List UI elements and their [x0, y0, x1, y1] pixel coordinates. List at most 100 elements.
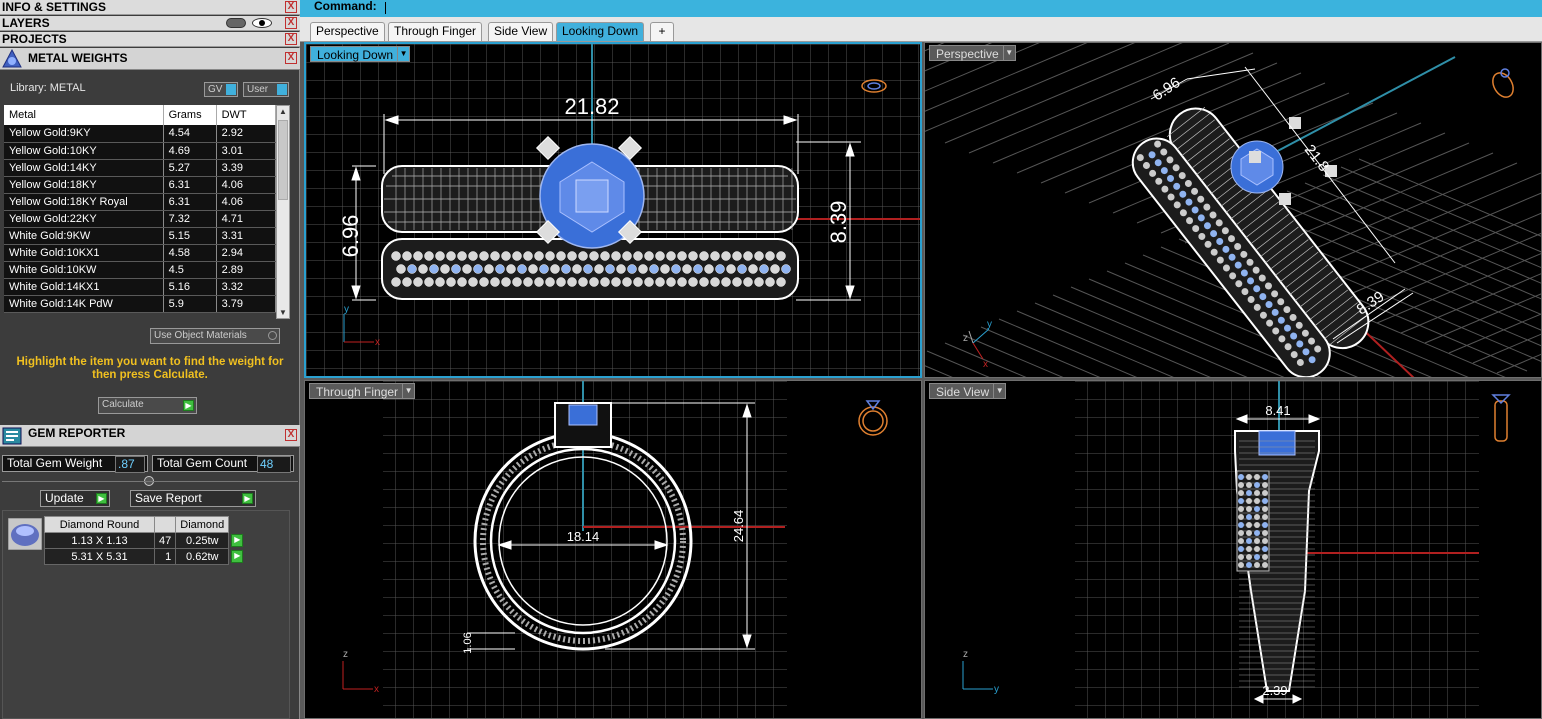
metal-row[interactable]: White Gold:9KW 5.15 3.31 [4, 227, 277, 245]
pave-stone [1262, 490, 1268, 496]
metal-cell: 5.16 [163, 278, 217, 296]
gem-cell: 0.25tw [175, 532, 230, 549]
gem-row-play-icon[interactable]: ▶ [231, 550, 244, 563]
gem-row-action[interactable]: ▶ [229, 549, 244, 565]
projects-header[interactable]: PROJECTS X [0, 32, 300, 47]
gem-cell: 1 [153, 548, 177, 565]
layers-header[interactable]: LAYERS X [0, 16, 300, 31]
total-gem-count-label: Total Gem Count [157, 456, 248, 470]
user-button[interactable]: User [243, 82, 289, 97]
close-layers-button[interactable]: X [285, 17, 297, 29]
pave-stone [407, 264, 417, 274]
pave-stone [1262, 546, 1268, 552]
pave-stone [655, 277, 665, 287]
sv-dim-top: 8.41 [1265, 403, 1290, 418]
gem-row[interactable]: 1.13 X 1.13 47 0.25tw ▶ [44, 532, 244, 549]
pave-stone [517, 264, 527, 274]
close-info-button[interactable]: X [285, 1, 297, 13]
pave-stone [550, 264, 560, 274]
gem-col-header [154, 516, 176, 533]
scroll-thumb[interactable] [278, 120, 288, 200]
metal-cell: 5.15 [163, 227, 217, 245]
pave-stone [1246, 506, 1252, 512]
viewport-label-through-finger[interactable]: Through Finger ▼ [309, 383, 416, 399]
dim-height-left: 6.96 [338, 215, 363, 258]
close-projects-button[interactable]: X [285, 33, 297, 45]
save-report-button[interactable]: Save Report ▶ [130, 490, 256, 507]
layers-toggle-icon[interactable] [226, 18, 246, 28]
pave-stone [473, 264, 483, 274]
info-settings-header[interactable]: INFO & SETTINGS X [0, 0, 300, 15]
gv-label: GV [208, 84, 223, 95]
metal-row[interactable]: Yellow Gold:18KY Royal 6.31 4.06 [4, 193, 277, 211]
viewport-looking-down[interactable]: 21.82 6.96 8.39 y x Looking Down ▼ [304, 42, 922, 378]
pave-stone [578, 277, 588, 287]
calculate-button[interactable]: Calculate ▶ [98, 397, 197, 414]
viewport-label-looking-down[interactable]: Looking Down ▼ [310, 46, 411, 62]
pave-stone [1254, 522, 1260, 528]
pave-stone [462, 264, 472, 274]
metal-row[interactable]: Yellow Gold:10KY 4.69 3.01 [4, 142, 277, 160]
pave-stone [1254, 530, 1260, 536]
metal-table-scrollbar[interactable]: ▲ ▼ [276, 105, 290, 319]
pave-stone [732, 251, 742, 261]
metal-row[interactable]: White Gold:14KX1 5.16 3.32 [4, 278, 277, 296]
scroll-down-icon[interactable]: ▼ [279, 308, 287, 317]
pave-stone [1238, 482, 1244, 488]
viewport-label-side-view[interactable]: Side View ▼ [929, 383, 1007, 399]
sv-ring-icon[interactable] [1491, 394, 1511, 442]
tf-ring-icon[interactable] [858, 400, 888, 436]
pave-stone [578, 251, 588, 261]
metal-col-header[interactable]: DWT [216, 105, 277, 125]
gem-row-action[interactable]: ▶ [229, 533, 244, 549]
add-tab-button[interactable]: + [650, 22, 674, 41]
metal-cell: 4.54 [163, 125, 217, 143]
metal-col-header[interactable]: Metal [4, 105, 164, 125]
scroll-up-icon[interactable]: ▲ [279, 107, 287, 116]
metal-row[interactable]: Yellow Gold:22KY 7.32 4.71 [4, 210, 277, 228]
pave-stone [726, 264, 736, 274]
gv-button[interactable]: GV [204, 82, 238, 97]
pave-stone [633, 251, 643, 261]
pave-stone [649, 264, 659, 274]
viewport-side-view[interactable]: 8.41 2.39 z y Side View ▼ [924, 380, 1542, 719]
metal-row[interactable]: White Gold:10KW 4.5 2.89 [4, 261, 277, 279]
tab-side-view[interactable]: Side View [488, 22, 554, 41]
gem-cell: 47 [153, 532, 177, 549]
command-bar[interactable]: Command: [300, 0, 1542, 17]
sv-axis-z-label: z [963, 649, 968, 660]
update-button[interactable]: Update ▶ [40, 490, 110, 507]
metal-row[interactable]: Yellow Gold:18KY 6.31 4.06 [4, 176, 277, 194]
metal-cell: 3.01 [216, 142, 277, 160]
close-metal-weights-button[interactable]: X [285, 52, 297, 64]
pave-stone [1262, 522, 1268, 528]
pave-stone [1254, 562, 1260, 568]
pave-stone [710, 277, 720, 287]
pave-stone [545, 251, 555, 261]
gem-row-play-icon[interactable]: ▶ [231, 534, 244, 547]
metal-row[interactable]: Yellow Gold:9KY 4.54 2.92 [4, 125, 277, 143]
viewport-label-perspective[interactable]: Perspective ▼ [929, 45, 1016, 61]
metal-col-header[interactable]: Grams [163, 105, 217, 125]
pave-stone [391, 251, 401, 261]
tab-through-finger[interactable]: Through Finger [388, 22, 483, 41]
metal-cell: Yellow Gold:14KY [4, 159, 164, 177]
metal-row[interactable]: White Gold:10KX1 4.58 2.94 [4, 244, 277, 262]
viewport-perspective[interactable]: 6.96 8.39 21.8 z y x Perspective ▼ [924, 42, 1542, 378]
metal-row[interactable]: White Gold:14K PdW 5.9 3.79 [4, 295, 277, 313]
tab-perspective[interactable]: Perspective [310, 22, 385, 41]
tab-looking-down[interactable]: Looking Down [556, 22, 645, 41]
use-object-materials-checkbox[interactable]: Use Object Materials [150, 328, 280, 344]
gem-row[interactable]: 5.31 X 5.31 1 0.62tw ▶ [44, 548, 244, 565]
pave-stone [402, 251, 412, 261]
persp-y-axis [1254, 56, 1456, 164]
command-cursor [385, 2, 386, 14]
pave-stone [1246, 498, 1252, 504]
pave-stone [451, 264, 461, 274]
close-gem-reporter-button[interactable]: X [285, 429, 297, 441]
viewport-through-finger[interactable]: 18.14 24.64 1.06 z x Through Finger ▼ [304, 380, 922, 719]
eye-icon[interactable] [252, 18, 272, 28]
persp-ring-icon[interactable] [1489, 68, 1518, 101]
metal-row[interactable]: Yellow Gold:14KY 5.27 3.39 [4, 159, 277, 177]
pave-stone [1262, 482, 1268, 488]
